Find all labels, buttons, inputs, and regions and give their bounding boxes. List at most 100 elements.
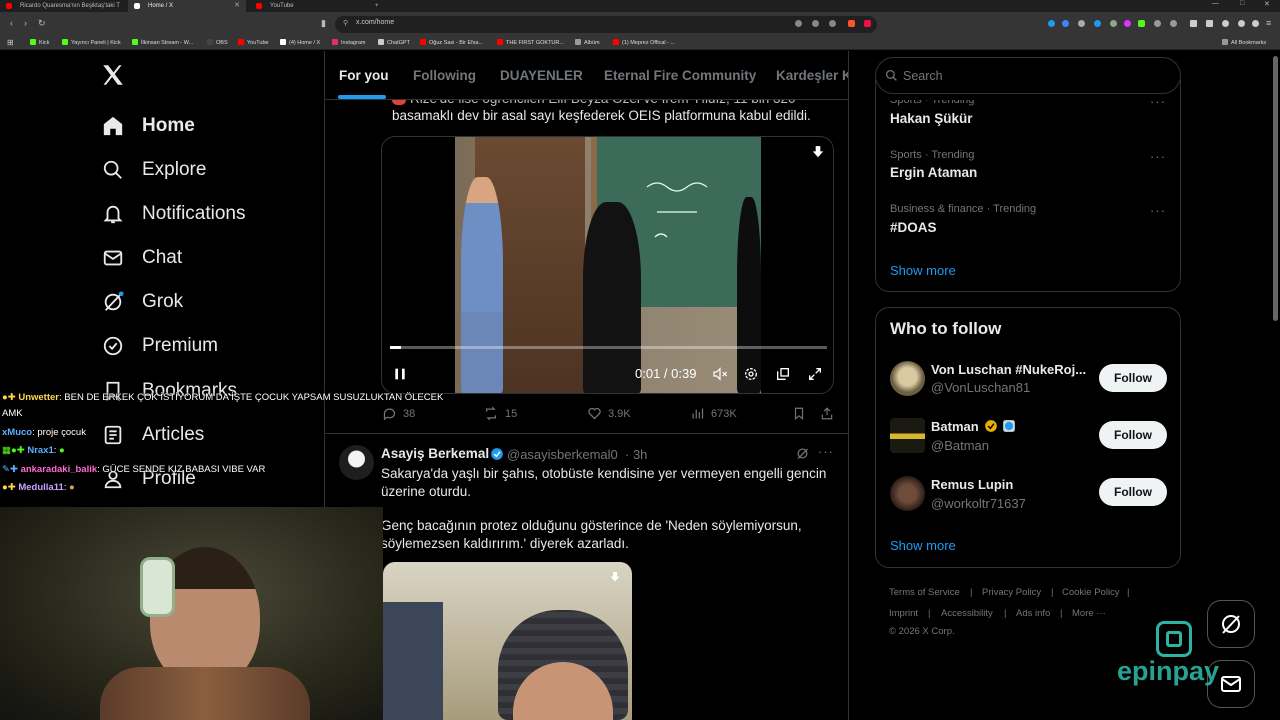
follow-show-more-link[interactable]: Show more — [890, 538, 956, 553]
close-window-icon[interactable]: ✕ — [1264, 0, 1270, 8]
tab-following[interactable]: Following — [413, 68, 476, 83]
nav-chat[interactable]: Chat — [100, 240, 310, 276]
kick-extension-icon[interactable] — [1138, 20, 1145, 27]
nav-home[interactable]: Home — [100, 108, 310, 144]
minimize-icon[interactable]: — — [1212, 0, 1219, 7]
author-name[interactable]: Asayiş Berkemal — [381, 446, 489, 461]
bookmark-item[interactable]: Yayıncı Paneli | Kick — [62, 38, 121, 48]
footer-link[interactable]: Ads info — [1016, 608, 1050, 619]
install-icon[interactable] — [812, 20, 819, 27]
reply-button[interactable]: 38 — [382, 406, 415, 421]
follow-button[interactable]: Follow — [1099, 478, 1167, 506]
puzzle-icon[interactable] — [1170, 20, 1177, 27]
back-icon[interactable]: ‹ — [10, 18, 13, 28]
extension-icon[interactable] — [1124, 20, 1131, 27]
bookmark-item[interactable]: ChatGPT — [378, 38, 410, 48]
video-progress-track[interactable] — [390, 346, 827, 349]
nav-notifications[interactable]: Notifications — [100, 196, 310, 232]
repost-button[interactable]: 15 — [483, 406, 517, 421]
bookmark-item[interactable]: Instagram — [332, 38, 365, 48]
trend-title[interactable]: Ergin Ataman — [890, 165, 977, 180]
more-options-icon[interactable]: ··· — [1150, 94, 1166, 109]
bookmark-item[interactable]: Kick — [30, 38, 49, 48]
more-options-icon[interactable]: ··· — [1150, 149, 1166, 164]
extension-icon[interactable] — [1154, 20, 1161, 27]
pause-icon[interactable] — [392, 366, 408, 385]
more-options-icon[interactable]: ··· — [818, 444, 834, 459]
footer-link[interactable]: Imprint — [889, 608, 918, 619]
bookmark-item[interactable]: YouTube — [238, 38, 269, 48]
browser-tab-active[interactable]: Home / X ✕ — [128, 0, 246, 12]
more-options-icon[interactable]: ··· — [1150, 203, 1166, 218]
user-name[interactable]: Remus Lupin — [931, 477, 1013, 492]
user-name[interactable]: Von Luschan #NukeRoj... — [931, 362, 1091, 377]
views-button[interactable]: 673K — [690, 406, 737, 421]
mute-icon[interactable] — [711, 366, 729, 385]
share-button[interactable] — [820, 406, 840, 421]
video-player[interactable]: 0:01 / 0:39 — [381, 136, 834, 394]
grok-icon[interactable] — [795, 446, 810, 466]
nav-bookmarks[interactable]: Bookmarks — [100, 373, 310, 409]
all-bookmarks[interactable]: All Bookmarks — [1222, 38, 1266, 48]
browser-tab[interactable]: YouTube — [250, 0, 368, 12]
extension-icon[interactable] — [1094, 20, 1101, 27]
picture-in-picture-icon[interactable] — [775, 366, 791, 385]
bookmark-icon[interactable]: ▮ — [321, 18, 326, 29]
follow-button[interactable]: Follow — [1099, 421, 1167, 449]
x-logo-icon[interactable] — [100, 62, 128, 90]
extension-icon[interactable] — [1048, 20, 1055, 27]
download-icon[interactable] — [811, 145, 825, 162]
zoom-icon[interactable] — [795, 20, 802, 27]
nav-explore[interactable]: Explore — [100, 152, 310, 188]
footer-link[interactable]: Privacy Policy — [982, 587, 1041, 598]
post-media-image[interactable] — [383, 562, 632, 720]
close-tab-icon[interactable]: ✕ — [234, 0, 240, 12]
bookmark-item[interactable]: OBS — [207, 38, 228, 48]
brave-rewards-icon[interactable] — [864, 20, 871, 27]
bookmark-button[interactable] — [792, 406, 812, 421]
bookmark-item[interactable]: (4) Home / X — [280, 38, 320, 48]
follow-button[interactable]: Follow — [1099, 364, 1167, 392]
site-info-icon[interactable]: ⚲ — [343, 19, 348, 27]
avatar[interactable] — [890, 361, 925, 396]
wallet-icon[interactable] — [1206, 20, 1213, 27]
extension-icon[interactable] — [1078, 20, 1085, 27]
footer-link[interactable]: Terms of Service — [889, 587, 960, 598]
trend-title[interactable]: Hakan Şükür — [890, 111, 973, 126]
bookmark-item[interactable]: Oğuz Sasi - Bir Efsa... — [420, 38, 483, 48]
nav-articles[interactable]: Articles — [100, 417, 310, 453]
footer-link[interactable]: Accessibility — [941, 608, 993, 619]
nav-grok[interactable]: Grok — [100, 284, 310, 320]
nav-premium[interactable]: Premium — [100, 328, 310, 364]
menu-icon[interactable]: ≡ — [1266, 18, 1271, 28]
shield-icon[interactable] — [1252, 20, 1259, 27]
maximize-icon[interactable]: □ — [1240, 0, 1244, 7]
like-button[interactable]: 3.9K — [587, 406, 631, 421]
fullscreen-icon[interactable] — [807, 366, 823, 385]
post-time[interactable]: · 3h — [625, 447, 647, 462]
apps-grid-icon[interactable]: ⊞ — [7, 38, 14, 47]
share-icon[interactable] — [829, 20, 836, 27]
tab-duayenler[interactable]: DUAYENLER — [500, 68, 583, 83]
bookmark-item[interactable]: Albüm — [575, 38, 600, 48]
forward-icon[interactable]: › — [24, 18, 27, 28]
avatar[interactable] — [890, 476, 925, 511]
reload-icon[interactable]: ↻ — [38, 18, 46, 29]
bookmark-item[interactable]: THE FIRST GOKTUR... — [497, 38, 564, 48]
scrollbar-thumb[interactable] — [1273, 56, 1278, 321]
trends-show-more-link[interactable]: Show more — [890, 263, 956, 278]
brave-shield-icon[interactable] — [848, 20, 855, 27]
extension-icon[interactable] — [1062, 20, 1069, 27]
bookmark-item[interactable]: İlkinsan Stream - W... — [132, 38, 193, 48]
avatar[interactable] — [890, 418, 925, 453]
profile-icon[interactable] — [1222, 20, 1229, 27]
avatar[interactable] — [339, 445, 374, 480]
settings-gear-icon[interactable] — [743, 366, 759, 385]
footer-link[interactable]: Cookie Policy — [1062, 587, 1120, 598]
tab-kardesler[interactable]: Kardeşler Ki — [776, 68, 848, 83]
tab-for-you[interactable]: For you — [339, 68, 389, 83]
user-name[interactable]: Batman — [931, 419, 979, 434]
new-tab-button[interactable]: + — [372, 0, 386, 12]
extension-icon[interactable] — [1110, 20, 1117, 27]
tab-eternal-fire-community[interactable]: Eternal Fire Community — [604, 68, 756, 83]
